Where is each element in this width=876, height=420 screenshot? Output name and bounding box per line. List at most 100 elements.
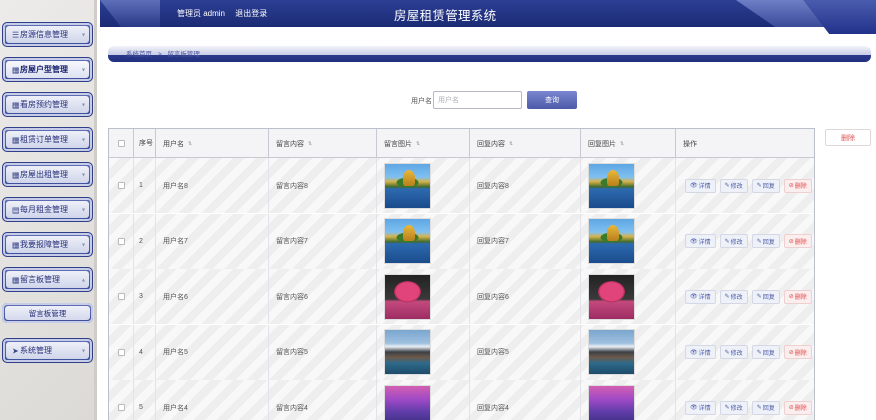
row-index: 4 [134,324,156,380]
row-reply: 回复内容8 [470,158,581,213]
chevron-down-icon: ▾ [81,172,85,178]
sort-icon: ⇅ [509,140,514,147]
detail-button[interactable]: 👁 详情 [685,234,716,248]
logout-link[interactable]: 退出登录 [235,9,267,18]
list-icon: ▤ [12,205,20,214]
sidebar-item-fault-reports[interactable]: ▦ 我要报障管理 ▾ [2,232,93,257]
sort-icon: ⇅ [620,140,625,147]
table-row: 5 用户名4 留言内容4 回复内容4 👁 详情 ✎ 修改 ✎ 回复 ⊘ 删除 [109,380,814,420]
row-content: 留言内容8 [269,158,377,213]
delete-button[interactable]: ⊘ 删除 [783,289,812,304]
column-header-image[interactable]: 留言图片 ⇅ [377,129,470,158]
row-checkbox[interactable] [118,293,125,300]
reply-icon: ✎ [756,349,762,356]
sidebar-item-house-rentals[interactable]: ▦ 房屋出租管理 ▾ [2,162,93,187]
sidebar-item-viewing-appointments[interactable]: ▦ 看房预约管理 ▾ [2,92,93,117]
reply-image[interactable] [588,273,635,320]
delete-label: 删除 [794,350,807,357]
column-header-reply-image[interactable]: 回复图片 ⇅ [581,129,676,158]
edit-button[interactable]: ✎ 修改 [719,345,748,359]
delete-icon: ⊘ [788,183,794,189]
eye-icon: 👁 [690,405,698,411]
edit-label: 修改 [730,350,743,357]
sidebar-item-listing-info[interactable]: ☰ 房源信息管理 ▾ [2,22,93,47]
reply-button[interactable]: ✎ 回复 [751,234,780,248]
reply-image[interactable] [588,162,635,209]
batch-delete-button[interactable]: 删除 [825,129,871,146]
delete-button[interactable]: ⊘ 删除 [783,178,812,193]
row-username: 用户名5 [156,324,269,380]
reply-image[interactable] [588,384,635,420]
select-all-cell [109,129,134,158]
row-reply: 回复内容5 [470,324,581,380]
delete-button[interactable]: ⊘ 删除 [783,345,812,359]
column-header-label: 回复图片 [588,140,616,148]
edit-button[interactable]: ✎ 修改 [719,289,748,304]
edit-button[interactable]: ✎ 修改 [719,400,748,415]
row-select-cell [109,213,134,269]
reply-button[interactable]: ✎ 回复 [751,178,780,193]
delete-icon: ⊘ [788,294,794,300]
column-header-label: 留言图片 [384,140,412,148]
message-image[interactable] [384,273,431,320]
delete-button[interactable]: ⊘ 删除 [783,400,812,415]
row-content: 留言内容7 [269,213,377,269]
edit-button[interactable]: ✎ 修改 [719,234,748,248]
row-checkbox[interactable] [118,237,125,245]
sidebar-item-message-board[interactable]: ▦ 留言板管理 ▴ [2,267,93,292]
row-image-cell [377,380,470,420]
edit-button[interactable]: ✎ 修改 [719,178,748,193]
edit-label: 修改 [730,406,743,412]
table-row: 2 用户名7 留言内容7 回复内容7 👁 详情 ✎ 修改 ✎ 回复 ⊘ 删除 [109,213,814,269]
detail-label: 详情 [698,239,711,246]
row-checkbox[interactable] [118,404,125,411]
chevron-down-icon: ▾ [81,242,85,248]
breadcrumb-home[interactable]: 系统首页 [126,51,152,58]
reply-button[interactable]: ✎ 回复 [751,289,780,304]
message-image[interactable] [384,162,431,209]
message-image[interactable] [384,218,431,264]
table-row: 4 用户名5 留言内容5 回复内容5 👁 详情 ✎ 修改 ✎ 回复 ⊘ 删除 [109,324,814,380]
row-checkbox[interactable] [118,182,125,189]
reply-image[interactable] [588,218,635,264]
row-select-cell [109,380,134,420]
detail-button[interactable]: 👁 详情 [685,400,716,415]
chevron-down-icon: ▾ [81,348,85,354]
reply-button[interactable]: ✎ 回复 [751,345,780,359]
edit-label: 修改 [730,184,743,190]
grid-icon: ▦ [12,240,20,249]
search-button[interactable]: 查询 [527,91,577,109]
column-header-content[interactable]: 留言内容 ⇅ [269,129,377,158]
row-username: 用户名7 [156,213,269,269]
message-image[interactable] [384,384,431,420]
row-checkbox[interactable] [118,348,125,356]
sidebar-item-monthly-rent[interactable]: ▤ 每月租金管理 ▾ [2,197,93,222]
sidebar-item-lease-orders[interactable]: ▦ 租赁订单管理 ▾ [2,127,93,152]
reply-image[interactable] [588,329,635,375]
reply-label: 回复 [762,239,775,246]
row-username: 用户名8 [156,158,269,213]
search-input[interactable] [433,91,522,109]
row-index: 2 [134,213,156,269]
edit-label: 修改 [730,295,743,301]
grid-icon: ▦ [12,100,20,109]
grid-icon: ▦ [12,135,20,144]
detail-button[interactable]: 👁 详情 [685,178,716,193]
sidebar-subitem-message-board[interactable]: 留言板管理 [2,303,93,323]
sidebar-item-system[interactable]: ➤ 系统管理 ▾ [2,338,93,363]
delete-button[interactable]: ⊘ 删除 [783,234,812,248]
reply-button[interactable]: ✎ 回复 [751,400,780,415]
column-header-reply[interactable]: 回复内容 ⇅ [470,129,581,158]
column-header-index[interactable]: 序号 [134,129,156,158]
sidebar-item-house-types[interactable]: ▦ 房屋户型管理 ▾ [2,57,93,82]
column-header-username[interactable]: 用户名 ⇅ [156,129,269,158]
message-image[interactable] [384,329,431,375]
detail-button[interactable]: 👁 详情 [685,345,716,359]
sidebar-item-label: 房屋出租管理 [20,170,68,179]
row-username: 用户名6 [156,269,269,324]
detail-button[interactable]: 👁 详情 [685,289,716,304]
select-all-checkbox[interactable] [118,140,125,147]
reply-label: 回复 [762,350,775,357]
sort-icon: ⇅ [188,140,193,147]
user-info: 管理员 admin 退出登录 [177,8,267,19]
